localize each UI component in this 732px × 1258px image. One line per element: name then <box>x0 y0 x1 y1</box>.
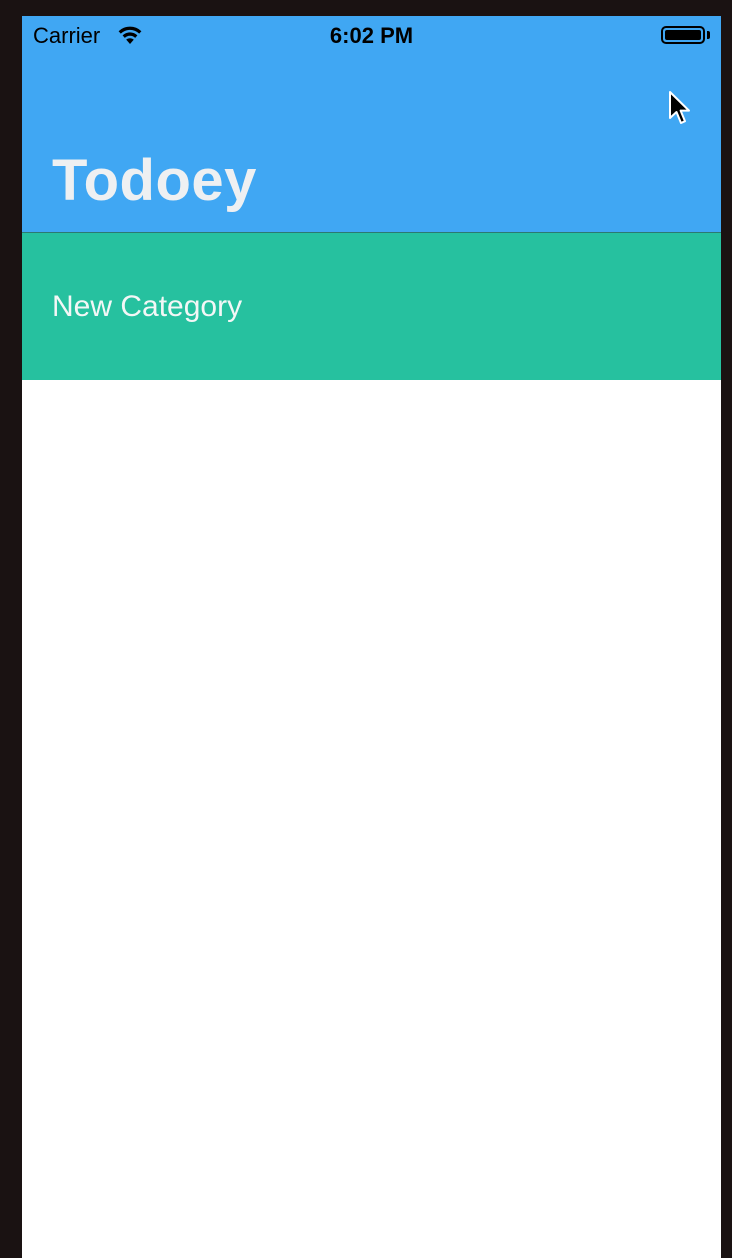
status-time: 6:02 PM <box>329 23 414 48</box>
page-title: Todoey <box>52 148 257 213</box>
status-bar: Carrier 6:02 PM <box>22 16 721 56</box>
app-screen: Carrier 6:02 PM Todoey New Category <box>22 16 721 1258</box>
battery-icon <box>661 26 705 44</box>
category-label: New Category <box>52 290 243 323</box>
navigation-bar: Carrier 6:02 PM Todoey <box>22 16 721 232</box>
mouse-pointer-icon <box>669 91 690 124</box>
category-cell[interactable]: New Category <box>22 233 721 380</box>
battery-tip <box>707 31 710 39</box>
